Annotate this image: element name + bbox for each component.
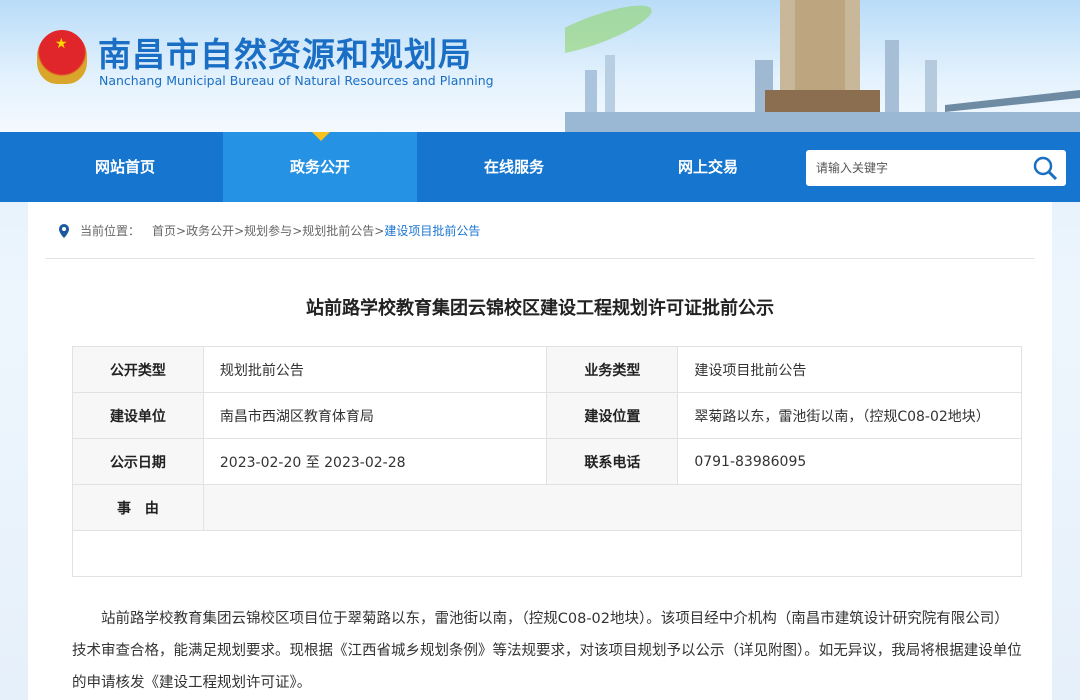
label-reason: 事 由 xyxy=(72,484,204,531)
value-notice-date: 2023-02-20 至 2023-02-28 xyxy=(202,438,548,485)
nav-online-trade[interactable]: 网上交易 xyxy=(611,132,805,202)
article-body: 站前路学校教育集团云锦校区项目位于翠菊路以东，雷池街以南，（控规C08-02地块… xyxy=(72,611,1022,691)
breadcrumb-gov[interactable]: 政务公开 xyxy=(186,224,234,238)
breadcrumb-sep: > xyxy=(292,224,303,238)
divider xyxy=(45,258,1035,259)
reason-header-fill xyxy=(202,484,1023,531)
breadcrumb-label: 当前位置： xyxy=(80,224,141,238)
table-row: 事 由 xyxy=(72,484,1023,531)
value-builder: 南昌市西湖区教育体育局 xyxy=(202,392,548,439)
breadcrumb-sep: > xyxy=(176,224,187,238)
breadcrumb-sep: > xyxy=(374,224,385,238)
label-notice-date: 公示日期 xyxy=(72,438,204,485)
site-header: ★ 南昌市自然资源和规划局 Nanchang Municipal Bureau … xyxy=(0,0,1080,132)
nav-home[interactable]: 网站首页 xyxy=(28,132,222,202)
label-location: 建设位置 xyxy=(546,392,679,439)
label-phone: 联系电话 xyxy=(546,438,679,485)
label-open-type: 公开类型 xyxy=(72,346,204,393)
breadcrumb: 当前位置： 首页>政务公开>规划参与>规划批前公告>建设项目批前公告 xyxy=(58,222,480,239)
national-emblem-logo: ★ xyxy=(37,30,87,84)
site-subtitle: Nanchang Municipal Bureau of Natural Res… xyxy=(99,73,494,88)
search-icon[interactable] xyxy=(1032,155,1058,181)
table-row: 公示日期 2023-02-20 至 2023-02-28 联系电话 0791-8… xyxy=(72,438,1022,485)
info-table: 公开类型 规划批前公告 业务类型 建设项目批前公告 建设单位 南昌市西湖区教育体… xyxy=(72,346,1023,577)
table-row: 公开类型 规划批前公告 业务类型 建设项目批前公告 xyxy=(72,346,1022,393)
nav-gov-affairs[interactable]: 政务公开 xyxy=(223,132,417,202)
value-phone: 0791-83986095 xyxy=(677,438,1022,485)
value-business-type: 建设项目批前公告 xyxy=(677,346,1022,393)
breadcrumb-prenotice[interactable]: 规划批前公告 xyxy=(302,224,374,238)
article-title: 站前路学校教育集团云锦校区建设工程规划许可证批前公示 xyxy=(306,298,774,319)
breadcrumb-current[interactable]: 建设项目批前公告 xyxy=(384,224,480,238)
site-title[interactable]: 南昌市自然资源和规划局 xyxy=(98,28,472,76)
breadcrumb-sep: > xyxy=(234,224,245,238)
city-skyline-banner xyxy=(565,0,1080,132)
label-builder: 建设单位 xyxy=(72,392,204,439)
nav-online-service[interactable]: 在线服务 xyxy=(417,132,611,202)
label-business-type: 业务类型 xyxy=(546,346,679,393)
table-row: 建设单位 南昌市西湖区教育体育局 建设位置 翠菊路以东，雷池街以南，（控规C08… xyxy=(72,392,1022,439)
search-input[interactable] xyxy=(806,150,1066,186)
table-row xyxy=(72,530,1022,577)
location-pin-icon xyxy=(59,223,69,238)
reason-value xyxy=(72,530,1022,577)
value-location: 翠菊路以东，雷池街以南，（控规C08-02地块） xyxy=(677,392,1022,439)
breadcrumb-planning[interactable]: 规划参与 xyxy=(244,224,292,238)
value-open-type: 规划批前公告 xyxy=(202,346,548,393)
breadcrumb-home[interactable]: 首页 xyxy=(152,224,176,238)
